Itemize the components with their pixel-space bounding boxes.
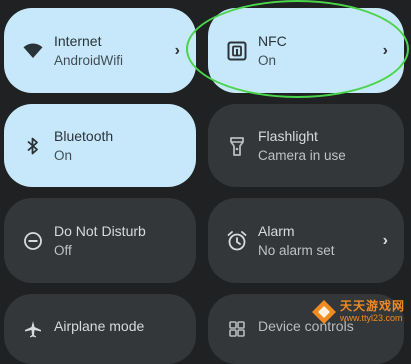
do-not-disturb-tile[interactable]: Do Not Disturb Off bbox=[4, 198, 196, 283]
internet-tile[interactable]: Internet AndroidWifi › bbox=[4, 8, 196, 93]
flashlight-icon bbox=[226, 135, 248, 157]
bluetooth-icon bbox=[22, 135, 44, 157]
do-not-disturb-status: Off bbox=[54, 242, 72, 258]
nfc-chevron-icon[interactable]: › bbox=[383, 42, 388, 60]
watermark-title: 天天游戏网 bbox=[339, 299, 405, 313]
do-not-disturb-icon bbox=[22, 230, 44, 252]
alarm-tile[interactable]: Alarm No alarm set › bbox=[208, 198, 404, 283]
alarm-icon bbox=[226, 230, 248, 252]
bluetooth-tile[interactable]: Bluetooth On bbox=[4, 104, 196, 187]
flashlight-label: Flashlight bbox=[258, 127, 318, 144]
alarm-chevron-icon[interactable]: › bbox=[383, 232, 388, 250]
nfc-status: On bbox=[258, 52, 277, 68]
bluetooth-status: On bbox=[54, 147, 73, 163]
watermark: 天天游戏网 www.ttyl23.com bbox=[311, 299, 405, 325]
do-not-disturb-label: Do Not Disturb bbox=[54, 222, 146, 239]
alarm-label: Alarm bbox=[258, 222, 295, 239]
wifi-icon bbox=[22, 40, 44, 62]
flashlight-tile[interactable]: Flashlight Camera in use bbox=[208, 104, 404, 187]
watermark-logo-icon bbox=[311, 300, 336, 324]
airplane-mode-label: Airplane mode bbox=[54, 318, 145, 334]
internet-label: Internet bbox=[54, 32, 102, 49]
internet-chevron-icon[interactable]: › bbox=[175, 42, 180, 60]
alarm-status: No alarm set bbox=[258, 242, 335, 258]
watermark-url: www.ttyl23.com bbox=[339, 313, 403, 323]
airplane-mode-tile[interactable]: Airplane mode bbox=[4, 294, 196, 364]
nfc-label: NFC bbox=[258, 32, 287, 49]
device-controls-icon bbox=[226, 318, 248, 340]
bluetooth-label: Bluetooth bbox=[54, 127, 114, 144]
internet-status: AndroidWifi bbox=[54, 52, 124, 68]
airplane-icon bbox=[22, 318, 44, 340]
nfc-tile[interactable]: NFC On › bbox=[208, 8, 404, 93]
nfc-icon bbox=[226, 40, 248, 62]
flashlight-status: Camera in use bbox=[258, 147, 346, 163]
